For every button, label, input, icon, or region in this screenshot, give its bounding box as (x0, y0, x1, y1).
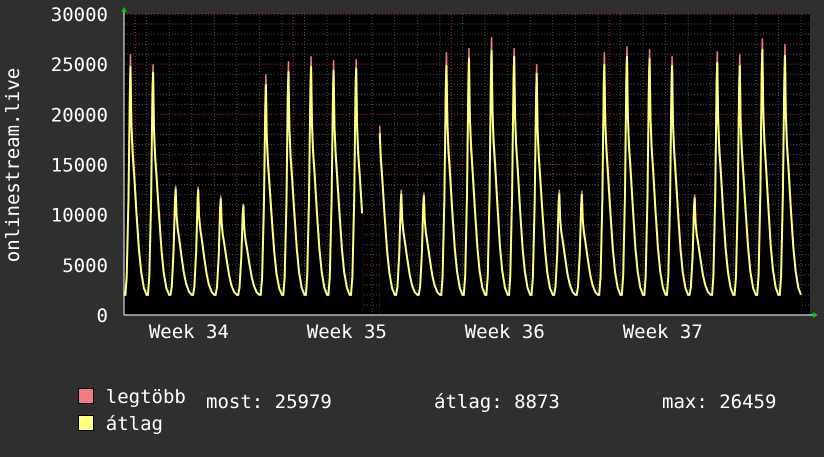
stat-average-value: 8873 (514, 391, 560, 413)
stat-current-value: 25979 (274, 391, 332, 413)
y-axis-label: onlinestream.live (2, 68, 24, 262)
x-tick-label: Week 35 (307, 321, 387, 343)
x-axis-arrow-icon (813, 312, 818, 318)
legend-item-avg: átlag (32, 391, 163, 457)
stat-current: most: 25979 (206, 391, 332, 413)
x-tick-label: Week 36 (465, 321, 545, 343)
x-tick-label: Week 37 (623, 321, 703, 343)
stat-max-value: 26459 (719, 391, 777, 413)
y-tick-label: 25000 (51, 54, 108, 76)
y-tick-labels: 30000 25000 20000 15000 10000 5000 0 (51, 4, 108, 327)
chart-panel: 30000 25000 20000 15000 10000 5000 0 Week 34 We… (0, 0, 824, 435)
y-tick-label: 30000 (51, 4, 108, 26)
stat-max-label: max: (662, 391, 708, 413)
stat-average: átlag: 8873 (434, 391, 560, 413)
y-tick-label: 0 (97, 305, 108, 327)
y-tick-label: 20000 (51, 104, 108, 126)
y-axis-arrow-icon (121, 7, 127, 12)
x-tick-label: Week 34 (149, 321, 229, 343)
stat-current-label: most: (206, 391, 264, 413)
legend-swatch-avg (77, 415, 94, 431)
y-tick-label: 10000 (51, 205, 108, 227)
y-tick-label: 5000 (62, 255, 108, 277)
y-tick-label: 15000 (51, 155, 108, 177)
legend-label-avg: átlag (105, 413, 163, 435)
x-tick-labels: Week 34 Week 35 Week 36 Week 37 (149, 321, 703, 343)
stat-average-label: átlag: (434, 391, 503, 413)
stat-max: max: 26459 (662, 391, 776, 413)
